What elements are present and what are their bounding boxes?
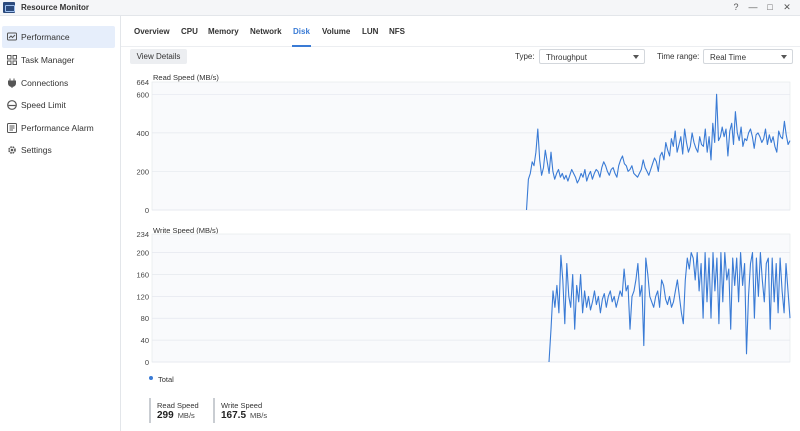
sidebar-item-task-manager[interactable]: Task Manager <box>2 49 115 71</box>
read-speed-plot-area <box>151 81 791 211</box>
read-speed-ytick-label: 200 <box>136 167 149 176</box>
sidebar-item-label: Performance <box>21 32 70 42</box>
write-speed-chart: 234 0 40 80 120 160 200 <box>136 230 791 366</box>
speed-limit-icon <box>7 100 17 110</box>
read-speed-stat: Read Speed 299 MB/s <box>149 398 199 423</box>
write-speed-plot-area <box>151 233 791 363</box>
tab-lun[interactable]: LUN <box>362 27 378 36</box>
write-speed-stat-unit: MB/s <box>250 411 268 420</box>
read-speed-ymax-label: 664 <box>136 78 149 87</box>
sidebar-item-performance-alarm[interactable]: Performance Alarm <box>2 117 115 139</box>
chevron-down-icon <box>781 55 787 59</box>
chevron-down-icon <box>633 55 639 59</box>
read-speed-chart: 664 0 200 400 600 <box>136 78 791 214</box>
tab-bar: Overview CPU Memory Network Disk Volume … <box>121 16 800 47</box>
read-speed-stat-value: 299 <box>157 410 174 421</box>
write-speed-stat-label: Write Speed <box>221 401 263 410</box>
write-speed-stat-value: 167.5 <box>221 410 247 421</box>
tab-cpu[interactable]: CPU <box>181 27 198 36</box>
write-speed-ytick-label: 80 <box>141 314 149 323</box>
title-bar: Resource Monitor ? — □ ✕ <box>0 0 800 16</box>
write-speed-ytick-label: 0 <box>145 358 149 366</box>
tab-overview[interactable]: Overview <box>134 27 170 36</box>
tab-nfs[interactable]: NFS <box>389 27 405 36</box>
tab-disk[interactable]: Disk <box>293 27 310 36</box>
sidebar-item-label: Speed Limit <box>21 100 66 110</box>
sidebar-item-connections[interactable]: Connections <box>2 72 115 94</box>
sidebar: Performance Task Manager Connections Spe… <box>0 16 121 431</box>
resource-monitor-icon <box>3 2 15 13</box>
read-speed-ytick-label: 400 <box>136 129 149 138</box>
alarm-icon <box>7 123 17 133</box>
tab-memory[interactable]: Memory <box>208 27 239 36</box>
maximize-button[interactable]: □ <box>763 1 777 14</box>
read-speed-stat-label: Read Speed <box>157 401 199 410</box>
sidebar-item-speed-limit[interactable]: Speed Limit <box>2 94 115 116</box>
sidebar-item-label: Connections <box>21 78 69 88</box>
write-speed-ytick-label: 160 <box>136 270 149 279</box>
read-speed-stat-unit: MB/s <box>177 411 195 420</box>
sidebar-item-label: Task Manager <box>21 55 75 65</box>
read-speed-ytick-label: 600 <box>136 90 149 99</box>
write-speed-ytick-label: 40 <box>141 336 149 345</box>
time-range-label: Time range: <box>657 52 700 61</box>
gear-icon <box>8 146 16 154</box>
sidebar-item-settings[interactable]: Settings <box>2 139 115 161</box>
performance-icon <box>7 32 17 41</box>
read-speed-ytick-label: 0 <box>145 206 149 214</box>
window-title: Resource Monitor <box>21 3 90 12</box>
time-range-select-value: Real Time <box>710 53 747 62</box>
write-speed-ytick-label: 120 <box>136 292 149 301</box>
write-speed-ymax-label: 234 <box>136 230 149 239</box>
tab-network[interactable]: Network <box>250 27 282 36</box>
write-speed-ytick-label: 200 <box>136 249 149 258</box>
legend-label[interactable]: Total <box>158 375 174 384</box>
minimize-button[interactable]: — <box>746 1 760 14</box>
view-details-button[interactable]: View Details <box>130 49 187 64</box>
sidebar-item-performance[interactable]: Performance <box>2 26 115 48</box>
help-button[interactable]: ? <box>729 1 743 14</box>
type-select[interactable]: Throughput <box>539 49 645 64</box>
sidebar-item-label: Performance Alarm <box>21 123 94 133</box>
time-range-select[interactable]: Real Time <box>703 49 793 64</box>
active-tab-indicator <box>292 45 311 47</box>
sidebar-item-label: Settings <box>21 145 52 155</box>
task-manager-icon <box>7 55 17 65</box>
legend-marker <box>149 376 153 380</box>
close-button[interactable]: ✕ <box>780 1 794 14</box>
type-label: Type: <box>515 52 535 61</box>
tab-volume[interactable]: Volume <box>322 27 350 36</box>
connections-icon <box>8 78 16 88</box>
type-select-value: Throughput <box>546 53 587 62</box>
write-speed-stat: Write Speed 167.5 MB/s <box>213 398 267 423</box>
